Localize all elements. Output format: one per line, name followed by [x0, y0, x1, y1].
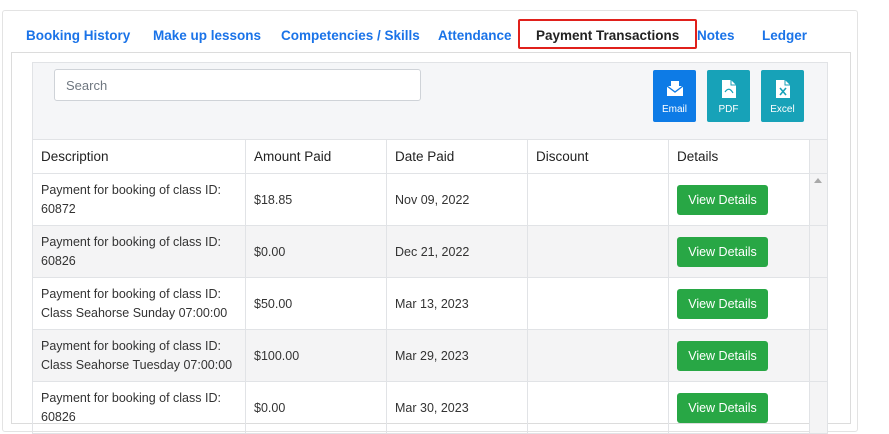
column-header-discount[interactable]: Discount — [527, 139, 669, 174]
table-row: Payment for booking of class ID: 60826 $0… — [32, 225, 828, 278]
details-cell: View Details — [668, 225, 810, 278]
email-button-label: Email — [661, 104, 687, 115]
description-cell: Payment for booking of class ID: Class Se… — [32, 277, 246, 330]
amount-cell: $50.00 — [245, 277, 387, 330]
discount-cell — [527, 225, 669, 278]
date-cell: Mar 30, 2023 — [386, 381, 528, 434]
description-line: Payment for booking of class ID: — [41, 182, 221, 197]
description-line: 60872 — [41, 201, 76, 216]
description-line: Class Seahorse Sunday 07:00:00 — [41, 305, 228, 320]
table-row: Payment for booking of class ID: 60826 $0… — [32, 381, 828, 434]
table-row: Payment for booking of class ID: Class Se… — [32, 329, 828, 382]
scrollbar-track[interactable] — [809, 225, 828, 278]
description-line: Payment for booking of class ID: — [41, 390, 221, 405]
discount-cell — [527, 381, 669, 434]
email-export-button[interactable]: Email — [653, 70, 696, 122]
email-icon — [666, 81, 683, 96]
payment-transactions-table: Description Amount Paid Date Paid Discou… — [32, 139, 828, 434]
description-cell: Payment for booking of class ID: 60826 — [32, 381, 246, 434]
view-details-button[interactable]: View Details — [677, 288, 768, 319]
tab-bar: Booking History Make up lessons Competen… — [0, 10, 889, 52]
tab-payment-transactions[interactable]: Payment Transactions — [518, 19, 698, 49]
column-header-details[interactable]: Details — [668, 139, 810, 174]
view-details-button[interactable]: View Details — [677, 340, 768, 371]
tab-ledger[interactable]: Ledger — [762, 28, 807, 43]
description-line: Payment for booking of class ID: — [41, 234, 221, 249]
date-cell: Mar 13, 2023 — [386, 277, 528, 330]
table-row: Payment for booking of class ID: 60872 $1… — [32, 173, 828, 226]
description-line: 60826 — [41, 253, 76, 268]
column-header-date-paid[interactable]: Date Paid — [386, 139, 528, 174]
view-details-button[interactable]: View Details — [677, 236, 768, 267]
pdf-button-label: PDF — [718, 104, 739, 115]
view-details-button[interactable]: View Details — [677, 184, 768, 215]
discount-cell — [527, 277, 669, 330]
scrollbar-track[interactable] — [809, 277, 828, 330]
tab-notes[interactable]: Notes — [697, 28, 735, 43]
search-input[interactable] — [54, 69, 421, 101]
description-cell: Payment for booking of class ID: 60872 — [32, 173, 246, 226]
pdf-export-button[interactable]: PDF — [707, 70, 750, 122]
tab-attendance[interactable]: Attendance — [438, 28, 512, 43]
description-cell: Payment for booking of class ID: Class Se… — [32, 329, 246, 382]
amount-cell: $18.85 — [245, 173, 387, 226]
excel-export-button[interactable]: Excel — [761, 70, 804, 122]
tab-booking-history[interactable]: Booking History — [26, 28, 130, 43]
amount-cell: $0.00 — [245, 381, 387, 434]
scroll-up-arrow-icon[interactable] — [814, 178, 822, 183]
details-cell: View Details — [668, 329, 810, 382]
amount-cell: $100.00 — [245, 329, 387, 382]
description-cell: Payment for booking of class ID: 60826 — [32, 225, 246, 278]
scrollbar-header-gutter — [809, 139, 828, 174]
discount-cell — [527, 329, 669, 382]
discount-cell — [527, 173, 669, 226]
description-line: Class Seahorse Tuesday 07:00:00 — [41, 357, 233, 372]
details-cell: View Details — [668, 277, 810, 330]
scrollbar-track[interactable] — [809, 329, 828, 382]
amount-cell: $0.00 — [245, 225, 387, 278]
details-cell: View Details — [668, 173, 810, 226]
excel-button-label: Excel — [770, 104, 795, 115]
tab-make-up-lessons[interactable]: Make up lessons — [153, 28, 261, 43]
view-details-button[interactable]: View Details — [677, 392, 768, 423]
description-line: 60826 — [41, 409, 76, 424]
excel-icon — [775, 80, 790, 98]
description-line: Payment for booking of class ID: — [41, 286, 221, 301]
column-header-amount-paid[interactable]: Amount Paid — [245, 139, 387, 174]
date-cell: Nov 09, 2022 — [386, 173, 528, 226]
description-line: Payment for booking of class ID: — [41, 338, 221, 353]
table-row: Payment for booking of class ID: Class Se… — [32, 277, 828, 330]
details-cell: View Details — [668, 381, 810, 434]
date-cell: Dec 21, 2022 — [386, 225, 528, 278]
date-cell: Mar 29, 2023 — [386, 329, 528, 382]
table-header-row: Description Amount Paid Date Paid Discou… — [32, 139, 828, 174]
scrollbar-track[interactable] — [809, 381, 828, 434]
tab-competencies-skills[interactable]: Competencies / Skills — [281, 28, 420, 43]
pdf-icon — [721, 80, 736, 98]
column-header-description[interactable]: Description — [32, 139, 246, 174]
